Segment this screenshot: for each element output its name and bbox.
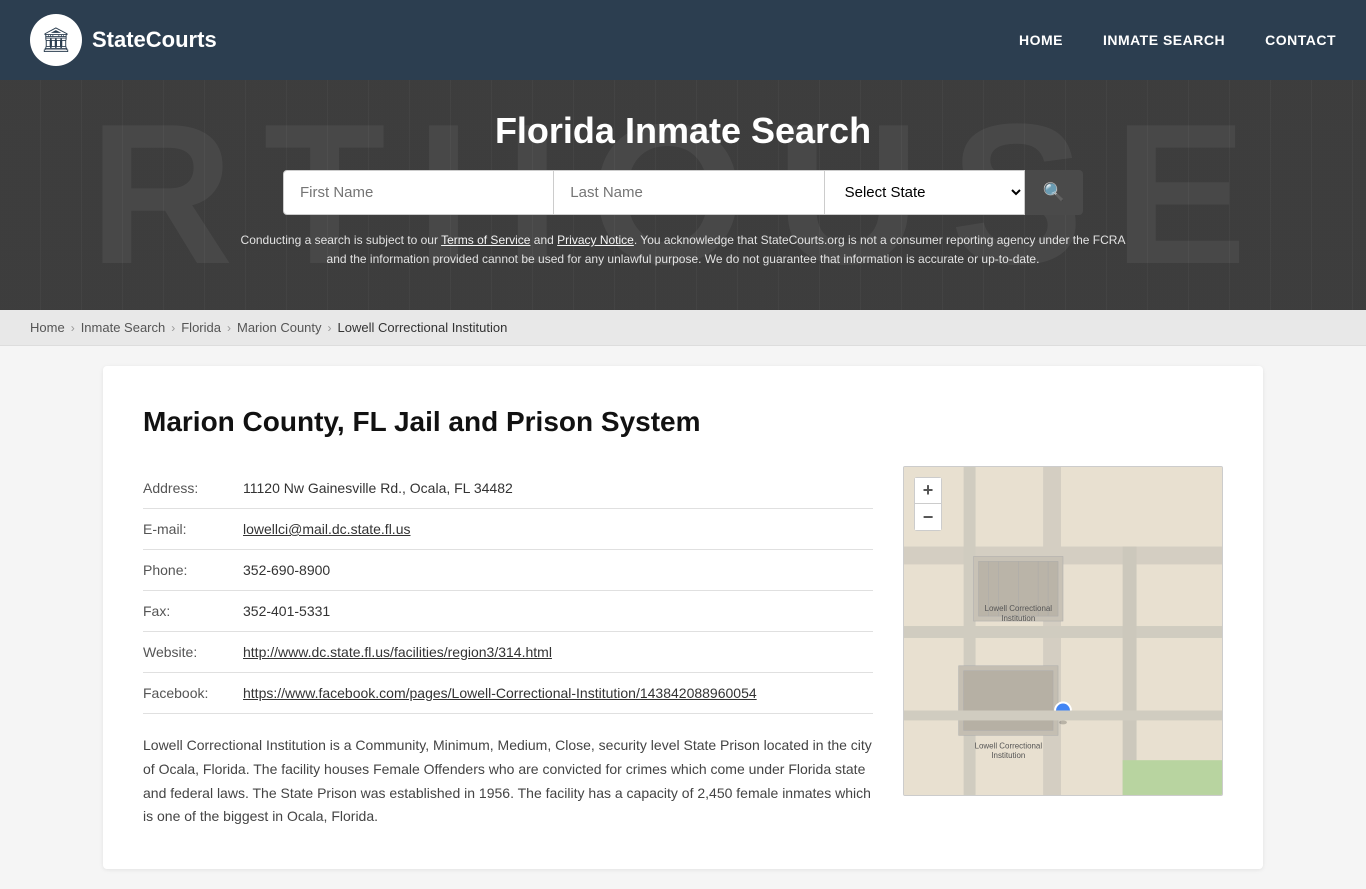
- facebook-link[interactable]: https://www.facebook.com/pages/Lowell-Co…: [243, 685, 757, 701]
- zoom-out-button[interactable]: −: [915, 504, 941, 530]
- breadcrumb-sep-1: ›: [71, 321, 75, 335]
- main-wrapper: Marion County, FL Jail and Prison System…: [0, 346, 1366, 889]
- logo-icon: 🏛: [30, 14, 82, 66]
- hero-section: RTHOUSE Florida Inmate Search Select Sta…: [0, 80, 1366, 310]
- breadcrumb-home[interactable]: Home: [30, 320, 65, 335]
- svg-text:Institution: Institution: [991, 751, 1025, 760]
- email-row: E-mail: lowellci@mail.dc.state.fl.us: [143, 509, 873, 550]
- logo-text: StateCourts: [92, 27, 217, 53]
- svg-text:Lowell Correctional: Lowell Correctional: [975, 741, 1043, 750]
- email-label: E-mail:: [143, 509, 243, 550]
- website-row: Website: http://www.dc.state.fl.us/facil…: [143, 632, 873, 673]
- nav-home[interactable]: HOME: [1019, 32, 1063, 48]
- facebook-label: Facebook:: [143, 673, 243, 714]
- address-label: Address:: [143, 468, 243, 509]
- logo-link[interactable]: 🏛 StateCourts: [30, 14, 217, 66]
- email-link[interactable]: lowellci@mail.dc.state.fl.us: [243, 521, 411, 537]
- terms-link[interactable]: Terms of Service: [441, 233, 530, 247]
- map-box: + −: [903, 466, 1223, 796]
- fax-row: Fax: 352-401-5331: [143, 591, 873, 632]
- breadcrumb-marion-county[interactable]: Marion County: [237, 320, 322, 335]
- privacy-link[interactable]: Privacy Notice: [557, 233, 634, 247]
- nav-inmate-search[interactable]: INMATE SEARCH: [1103, 32, 1225, 48]
- website-label: Website:: [143, 632, 243, 673]
- breadcrumb: Home › Inmate Search › Florida › Marion …: [0, 310, 1366, 346]
- facebook-value: https://www.facebook.com/pages/Lowell-Co…: [243, 673, 873, 714]
- phone-row: Phone: 352-690-8900: [143, 550, 873, 591]
- address-row: Address: 11120 Nw Gainesville Rd., Ocala…: [143, 468, 873, 509]
- nav-contact[interactable]: CONTACT: [1265, 32, 1336, 48]
- phone-label: Phone:: [143, 550, 243, 591]
- facebook-row: Facebook: https://www.facebook.com/pages…: [143, 673, 873, 714]
- breadcrumb-inmate-search[interactable]: Inmate Search: [81, 320, 166, 335]
- state-select[interactable]: Select State Alabama Alaska Arizona Flor…: [825, 170, 1025, 215]
- site-header: 🏛 StateCourts HOME INMATE SEARCH CONTACT: [0, 0, 1366, 80]
- breadcrumb-florida[interactable]: Florida: [181, 320, 221, 335]
- email-value: lowellci@mail.dc.state.fl.us: [243, 509, 873, 550]
- facility-description: Lowell Correctional Institution is a Com…: [143, 734, 873, 829]
- search-bar: Select State Alabama Alaska Arizona Flor…: [283, 170, 1083, 215]
- breadcrumb-sep-3: ›: [227, 321, 231, 335]
- website-value: http://www.dc.state.fl.us/facilities/reg…: [243, 632, 873, 673]
- breadcrumb-current: Lowell Correctional Institution: [338, 320, 508, 335]
- search-button[interactable]: 🔍: [1025, 170, 1083, 215]
- hero-disclaimer: Conducting a search is subject to our Te…: [233, 231, 1133, 269]
- phone-value: 352-690-8900: [243, 550, 873, 591]
- main-nav: HOME INMATE SEARCH CONTACT: [1019, 32, 1336, 48]
- facility-title: Marion County, FL Jail and Prison System: [143, 406, 873, 438]
- content-left: Marion County, FL Jail and Prison System…: [143, 406, 873, 829]
- info-table: Address: 11120 Nw Gainesville Rd., Ocala…: [143, 468, 873, 714]
- map-zoom-controls: + −: [914, 477, 942, 531]
- svg-text:Institution: Institution: [1001, 614, 1035, 623]
- breadcrumb-sep-4: ›: [328, 321, 332, 335]
- fax-label: Fax:: [143, 591, 243, 632]
- map-container: + −: [903, 466, 1223, 796]
- content-card: Marion County, FL Jail and Prison System…: [103, 366, 1263, 869]
- hero-title: Florida Inmate Search: [495, 110, 871, 152]
- website-link[interactable]: http://www.dc.state.fl.us/facilities/reg…: [243, 644, 552, 660]
- fax-value: 352-401-5331: [243, 591, 873, 632]
- svg-text:Lowell Correctional: Lowell Correctional: [985, 604, 1053, 613]
- first-name-input[interactable]: [283, 170, 554, 215]
- breadcrumb-sep-2: ›: [171, 321, 175, 335]
- address-value: 11120 Nw Gainesville Rd., Ocala, FL 3448…: [243, 468, 873, 509]
- map-svg: Lowell Correctional Institution Lowell C…: [904, 467, 1222, 795]
- zoom-in-button[interactable]: +: [915, 478, 941, 504]
- last-name-input[interactable]: [554, 170, 824, 215]
